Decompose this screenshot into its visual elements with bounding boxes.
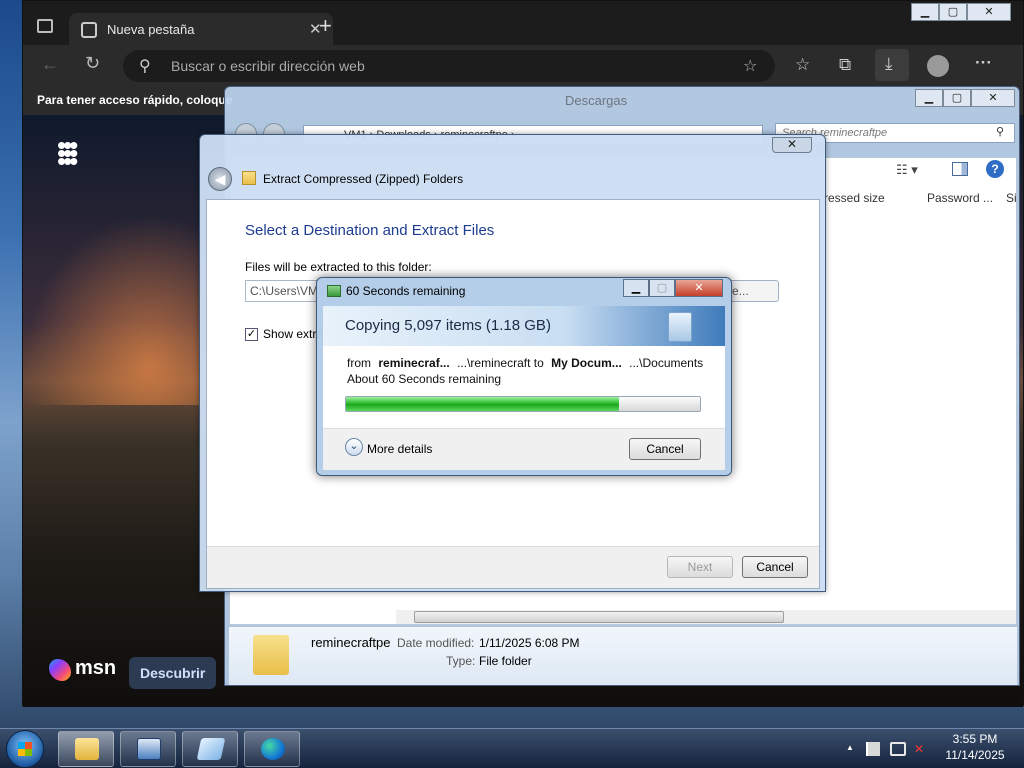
more-details-toggle[interactable]: More details (367, 442, 432, 456)
copy-heading: Copying 5,097 items (1.18 GB) (345, 317, 551, 334)
details-date-label: Date modified: (397, 636, 475, 650)
minimize-button[interactable]: ▁ (911, 3, 939, 21)
horizontal-scrollbar[interactable] (396, 610, 1016, 624)
taskbar: ▲ ✕ 3:55 PM 11/14/2025 (0, 728, 1024, 768)
tab-actions-icon[interactable] (37, 19, 53, 33)
more-menu-icon[interactable]: ··· (975, 53, 992, 73)
show-files-checkbox[interactable]: ✓ (245, 328, 258, 341)
copy-progress-dialog: 60 Seconds remaining ▁ ▢ ✕ Copying 5,097… (316, 277, 732, 476)
column-compressed-size[interactable]: ressed size (824, 191, 885, 205)
column-password[interactable]: Password ... (927, 191, 993, 205)
taskbar-notepad-button[interactable] (182, 731, 238, 767)
from-source-name[interactable]: reminecraf... (378, 356, 449, 370)
explorer-close-button[interactable]: ✕ (971, 89, 1015, 107)
copy-cancel-button[interactable]: Cancel (629, 438, 701, 460)
msn-butterfly-icon (49, 659, 71, 681)
explorer-search-icon: ⚲ (996, 126, 1005, 138)
scrollbar-thumb[interactable] (414, 611, 784, 623)
close-window-button[interactable]: ✕ (967, 3, 1011, 21)
show-files-label: Show extra (263, 327, 324, 341)
clock-date: 11/14/2025 (945, 748, 1005, 762)
details-type-label: Type: (446, 654, 476, 668)
edge-tab-bar: Nueva pestaña ✕ + ▁ ▢ ✕ (23, 1, 1023, 47)
explorer-title: Descargas (565, 93, 628, 108)
action-center-flag-icon[interactable] (866, 742, 880, 756)
column-size[interactable]: Si (1006, 191, 1017, 205)
wizard-heading: Select a Destination and Extract Files (245, 222, 495, 239)
explorer-minimize-button[interactable]: ▁ (915, 89, 943, 107)
copy-maximize-button: ▢ (649, 279, 675, 297)
destination-label: Files will be extracted to this folder: (245, 260, 432, 274)
taskbar-computer-button[interactable] (120, 731, 176, 767)
time-remaining-text: About 60 Seconds remaining (347, 372, 502, 386)
wizard-footer: Next Cancel (207, 546, 819, 588)
address-input[interactable]: Buscar o escribir dirección web (171, 58, 365, 74)
copy-progress-icon (327, 285, 341, 297)
taskbar-explorer-button[interactable] (58, 731, 114, 767)
from-word: from (347, 356, 371, 370)
start-button[interactable] (6, 730, 44, 768)
copy-close-button[interactable]: ✕ (675, 279, 723, 297)
tab-title: Nueva pestaña (107, 22, 195, 37)
details-date-value: 1/11/2025 6:08 PM (479, 636, 580, 650)
copy-progress-bar (345, 396, 701, 412)
view-options-icon[interactable]: ☷ ▾ (896, 162, 918, 178)
edge-icon (261, 738, 285, 760)
refresh-icon[interactable]: ↻ (85, 53, 100, 74)
file-explorer-icon (75, 738, 99, 760)
msn-wordmark: msn (75, 657, 117, 679)
wizard-title: Extract Compressed (Zipped) Folders (263, 172, 464, 186)
new-tab-page-icon (81, 22, 97, 38)
collections-icon[interactable]: ⧉ (839, 55, 851, 75)
back-arrow-icon[interactable]: ← (41, 54, 59, 75)
details-name: reminecraftpe (311, 635, 391, 650)
edge-toolbar: ← ↻ ⚲ Buscar o escribir dirección web ☆ … (23, 45, 1023, 87)
help-icon[interactable]: ? (986, 160, 1004, 178)
from-source-path: ...\reminecraft to (457, 356, 544, 370)
tab-nueva-pestana[interactable]: Nueva pestaña ✕ (69, 13, 333, 47)
new-tab-button[interactable]: + (319, 15, 332, 37)
copy-body: from reminecraf... ...\reminecraft to My… (323, 346, 725, 470)
explorer-maximize-button[interactable]: ▢ (943, 89, 971, 107)
volume-muted-icon[interactable]: ✕ (914, 742, 930, 756)
discover-button[interactable]: Descubrir (129, 657, 217, 689)
taskbar-edge-button[interactable] (244, 731, 300, 767)
wizard-close-button[interactable]: ✕ (772, 137, 812, 153)
preview-pane-icon[interactable] (952, 162, 968, 176)
copy-source-line: from reminecraf... ...\reminecraft to My… (347, 356, 703, 370)
wizard-back-button[interactable]: ◀ (208, 167, 232, 191)
address-bar[interactable]: ⚲ Buscar o escribir dirección web ☆ (123, 50, 775, 82)
search-icon: ⚲ (139, 58, 151, 75)
explorer-details-pane: reminecraftpe Date modified: 1/11/2025 6… (229, 627, 1017, 685)
to-destination-path: ...\Documents (629, 356, 704, 370)
windows-logo-icon (18, 742, 32, 756)
zip-folder-icon (242, 171, 256, 185)
wizard-cancel-button[interactable]: Cancel (742, 556, 808, 578)
folder-icon (253, 635, 289, 675)
copy-minimize-button[interactable]: ▁ (623, 279, 649, 297)
computer-icon (137, 738, 161, 760)
show-hidden-icons-button[interactable]: ▲ (846, 743, 854, 752)
copy-dialog-title: 60 Seconds remaining (346, 284, 466, 298)
add-favorite-icon[interactable]: ☆ (743, 56, 757, 76)
copy-header: Copying 5,097 items (1.18 GB) (323, 306, 725, 346)
favorites-icon[interactable]: ☆ (795, 55, 810, 75)
network-icon[interactable] (890, 742, 906, 756)
downloads-button[interactable]: ⤓ (875, 49, 909, 81)
download-icon: ⤓ (885, 54, 893, 73)
app-launcher-icon[interactable]: ••• ••• ••• (57, 132, 78, 174)
clock-time: 3:55 PM (952, 732, 998, 746)
favorites-bar-hint: Para tener acceso rápido, coloque (37, 93, 233, 107)
notepad-icon (196, 738, 226, 760)
chevron-down-icon[interactable]: ⌄ (345, 438, 363, 456)
maximize-button[interactable]: ▢ (939, 3, 967, 21)
copy-progress-fill (346, 397, 619, 411)
details-type-value: File folder (479, 654, 532, 668)
copy-footer: ⌄ More details Cancel (323, 429, 725, 470)
to-destination-name[interactable]: My Docum... (551, 356, 622, 370)
profile-avatar[interactable] (927, 55, 949, 77)
next-button[interactable]: Next (667, 556, 733, 578)
document-icon (668, 312, 692, 342)
clock[interactable]: 3:55 PM 11/14/2025 (936, 732, 1014, 762)
